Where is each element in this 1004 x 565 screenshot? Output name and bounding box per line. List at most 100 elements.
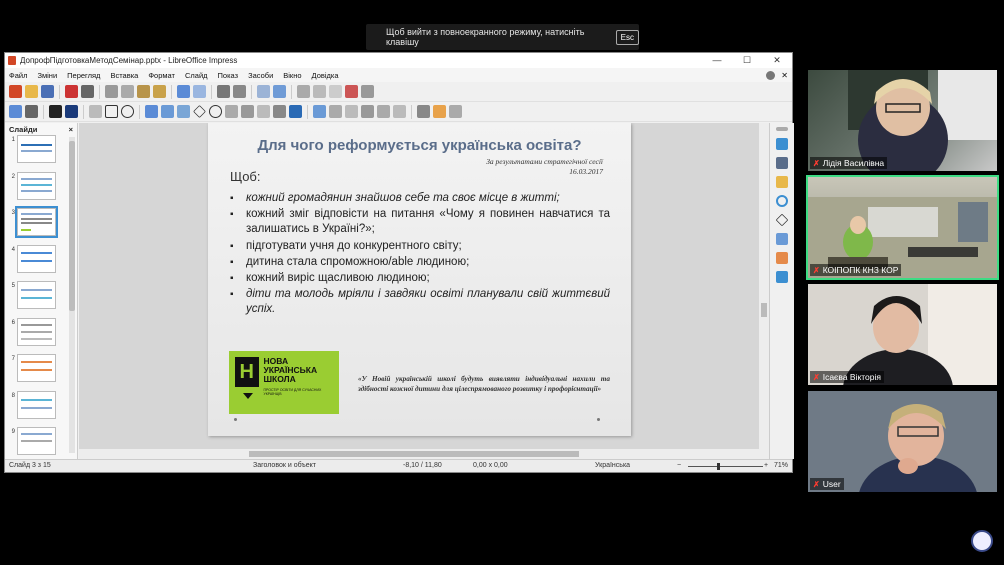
rotate-icon[interactable] bbox=[313, 105, 326, 118]
line-color-icon[interactable] bbox=[49, 105, 62, 118]
new-icon[interactable] bbox=[9, 85, 22, 98]
shapes-icon[interactable] bbox=[775, 213, 789, 227]
menu-edit[interactable]: Зміни bbox=[37, 71, 57, 80]
menu-slide[interactable]: Слайд bbox=[185, 71, 208, 80]
stars-icon[interactable] bbox=[273, 105, 286, 118]
horizontal-scrollbar[interactable] bbox=[79, 449, 759, 459]
zoom-pan-icon[interactable] bbox=[25, 105, 38, 118]
rectangle-icon[interactable] bbox=[105, 105, 118, 118]
save-icon[interactable] bbox=[41, 85, 54, 98]
clone-formatting-icon[interactable] bbox=[153, 85, 166, 98]
3d-objects-icon[interactable] bbox=[289, 105, 302, 118]
toggle-extrusion-icon[interactable] bbox=[449, 105, 462, 118]
basic-shapes-icon[interactable] bbox=[193, 105, 206, 118]
open-icon[interactable] bbox=[25, 85, 38, 98]
ellipse-icon[interactable] bbox=[121, 105, 134, 118]
arrow-line-icon[interactable] bbox=[145, 105, 158, 118]
update-globe-icon[interactable] bbox=[766, 70, 776, 80]
slide-thumbnail-7[interactable]: 7 bbox=[5, 354, 77, 391]
zoom-in-button[interactable]: + bbox=[764, 462, 768, 469]
smiley-icon[interactable] bbox=[209, 105, 222, 118]
zoom-out-button[interactable]: − bbox=[677, 462, 681, 469]
current-slide[interactable]: Для чого реформується українська освіта?… bbox=[208, 123, 631, 436]
gallery-icon[interactable] bbox=[776, 176, 788, 188]
slide-thumbnail-8[interactable]: 8 bbox=[5, 390, 77, 428]
close-document-icon[interactable]: ✕ bbox=[781, 71, 788, 80]
styles-icon[interactable] bbox=[776, 157, 788, 169]
language-status[interactable]: Українська bbox=[595, 462, 630, 469]
menu-insert[interactable]: Вставка bbox=[110, 71, 138, 80]
menu-slideshow[interactable]: Показ bbox=[218, 71, 239, 80]
zoom-slider[interactable] bbox=[688, 466, 763, 467]
line-icon[interactable] bbox=[89, 105, 102, 118]
slide-transition-icon[interactable] bbox=[776, 233, 788, 245]
slide-thumbnail-4[interactable]: 4 bbox=[5, 244, 77, 282]
properties-icon[interactable] bbox=[776, 138, 788, 150]
redo-icon[interactable] bbox=[193, 85, 206, 98]
cut-icon[interactable] bbox=[105, 85, 118, 98]
esc-key-hint[interactable]: Esc bbox=[615, 29, 639, 45]
points-icon[interactable] bbox=[417, 105, 430, 118]
video-tile[interactable]: ✗ Лідія Василівна bbox=[808, 70, 997, 171]
minimize-button[interactable]: — bbox=[702, 55, 732, 66]
flowchart-icon[interactable] bbox=[241, 105, 254, 118]
shadow-icon[interactable] bbox=[361, 105, 374, 118]
menu-window[interactable]: Вікно bbox=[283, 71, 301, 80]
grid-icon[interactable] bbox=[257, 85, 270, 98]
slide-thumbnail-6[interactable]: 6 bbox=[5, 317, 77, 355]
sidebar-menu-icon[interactable] bbox=[776, 127, 788, 131]
navigator-icon[interactable] bbox=[776, 195, 788, 207]
close-button[interactable]: ✕ bbox=[762, 55, 792, 66]
delete-slide-icon[interactable] bbox=[345, 85, 358, 98]
slide-thumbnail-3[interactable]: 3 bbox=[5, 206, 77, 245]
slide-layout-icon[interactable] bbox=[361, 85, 374, 98]
nova-ukrainska-shkola-logo[interactable]: Н НОВА УКРАЇНСЬКА ШКОЛА ПРОСТІР ОСВІТИ Д… bbox=[229, 351, 339, 414]
master-slides-icon[interactable] bbox=[776, 271, 788, 283]
undo-icon[interactable] bbox=[177, 85, 190, 98]
block-arrows-icon[interactable] bbox=[225, 105, 238, 118]
video-tile[interactable]: ✗ User bbox=[808, 391, 997, 492]
copy-icon[interactable] bbox=[121, 85, 134, 98]
slide-title[interactable]: Для чого реформується українська освіта? bbox=[208, 137, 631, 154]
spellcheck-icon[interactable] bbox=[233, 85, 246, 98]
menu-tools[interactable]: Засоби bbox=[248, 71, 273, 80]
animation-icon[interactable] bbox=[776, 252, 788, 264]
new-slide-icon[interactable] bbox=[329, 85, 342, 98]
glue-points-icon[interactable] bbox=[433, 105, 446, 118]
video-tile[interactable]: ✗ Ісаєва Вікторія bbox=[808, 284, 997, 385]
slide-thumbnail-5[interactable]: 5 bbox=[5, 281, 77, 318]
select-icon[interactable] bbox=[9, 105, 22, 118]
fill-color-icon[interactable] bbox=[65, 105, 78, 118]
display-views-icon[interactable] bbox=[297, 85, 310, 98]
export-pdf-icon[interactable] bbox=[65, 85, 78, 98]
vertical-scrollbar[interactable] bbox=[759, 123, 769, 459]
participant-name-label: ✗ Ісаєва Вікторія bbox=[810, 371, 885, 383]
menu-help[interactable]: Довідка bbox=[312, 71, 339, 80]
zoom-level[interactable]: 71% bbox=[774, 462, 788, 469]
curve-icon[interactable] bbox=[161, 105, 174, 118]
slide-bullet-list[interactable]: кожний громадянин знайшов себе та своє м… bbox=[230, 191, 610, 319]
video-tile-active-speaker[interactable]: ✗ КОІПОПК КНЗ КОР bbox=[806, 175, 999, 280]
arrange-icon[interactable] bbox=[345, 105, 358, 118]
menu-file[interactable]: Файл bbox=[9, 71, 27, 80]
helplines-icon[interactable] bbox=[273, 85, 286, 98]
slides-pane-close-icon[interactable]: × bbox=[69, 125, 73, 134]
print-icon[interactable] bbox=[81, 85, 94, 98]
slide-quote[interactable]: «У Новій українській школі будуть виявля… bbox=[358, 375, 610, 394]
crop-icon[interactable] bbox=[377, 105, 390, 118]
master-slide-icon[interactable] bbox=[313, 85, 326, 98]
slide-intro-text[interactable]: Щоб: bbox=[230, 169, 260, 184]
align-icon[interactable] bbox=[329, 105, 342, 118]
slides-pane-scrollbar[interactable] bbox=[69, 137, 75, 453]
slide-thumbnail-1[interactable]: 1 bbox=[5, 135, 77, 172]
callouts-icon[interactable] bbox=[257, 105, 270, 118]
paste-icon[interactable] bbox=[137, 85, 150, 98]
filter-icon[interactable] bbox=[393, 105, 406, 118]
menu-view[interactable]: Перегляд bbox=[67, 71, 100, 80]
slide-thumbnail-2[interactable]: 2 bbox=[5, 171, 77, 209]
menu-format[interactable]: Формат bbox=[148, 71, 175, 80]
connector-icon[interactable] bbox=[177, 105, 190, 118]
find-replace-icon[interactable] bbox=[217, 85, 230, 98]
maximize-button[interactable]: ☐ bbox=[732, 55, 762, 66]
zoom-slider-knob[interactable] bbox=[717, 463, 720, 470]
